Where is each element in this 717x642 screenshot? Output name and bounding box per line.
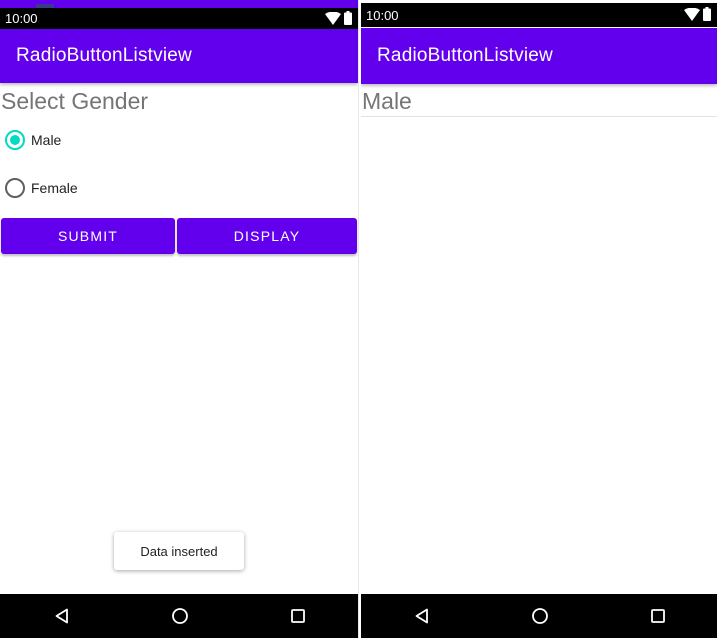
radio-checked-icon[interactable] bbox=[5, 130, 25, 150]
app-bar: RadioButtonListview bbox=[0, 29, 358, 83]
status-icons bbox=[325, 11, 352, 25]
radio-label-female: Female bbox=[31, 180, 78, 196]
wifi-icon bbox=[325, 11, 341, 25]
app-title: RadioButtonListview bbox=[16, 45, 192, 66]
status-bar: 10:00 bbox=[0, 8, 358, 29]
status-time: 10:00 bbox=[5, 11, 38, 26]
top-accent-strip bbox=[0, 0, 358, 8]
toast-message: Data inserted bbox=[114, 532, 244, 570]
home-button[interactable] bbox=[520, 594, 560, 638]
list-item-text: Male bbox=[362, 88, 412, 114]
battery-icon bbox=[344, 11, 352, 25]
radio-label-male: Male bbox=[31, 132, 62, 148]
list-view: Male bbox=[361, 84, 717, 594]
battery-icon bbox=[703, 7, 711, 21]
right-phone-screen: 10:00 RadioButtonListview Male bbox=[361, 0, 717, 638]
back-icon bbox=[415, 608, 428, 624]
radio-male[interactable]: Male bbox=[5, 130, 61, 150]
wifi-icon bbox=[684, 7, 700, 21]
submit-button[interactable]: SUBMIT bbox=[1, 218, 175, 254]
app-bar: RadioButtonListview bbox=[361, 28, 717, 84]
navigation-bar bbox=[0, 594, 358, 638]
navigation-bar bbox=[361, 594, 717, 638]
back-icon bbox=[55, 608, 68, 624]
select-gender-heading: Select Gender bbox=[1, 88, 149, 114]
status-icons bbox=[684, 7, 711, 21]
back-button[interactable] bbox=[42, 594, 82, 638]
home-button[interactable] bbox=[160, 594, 200, 638]
home-icon bbox=[172, 608, 188, 624]
app-title: RadioButtonListview bbox=[377, 45, 553, 66]
recents-icon bbox=[651, 609, 665, 623]
screenshot-canvas: 10:00 RadioButtonListview Select Gender … bbox=[0, 0, 717, 642]
home-icon bbox=[532, 608, 548, 624]
status-time: 10:00 bbox=[366, 8, 399, 23]
back-button[interactable] bbox=[402, 594, 442, 638]
recents-button[interactable] bbox=[278, 594, 318, 638]
status-bar: 10:00 bbox=[361, 3, 717, 27]
list-item[interactable]: Male bbox=[361, 84, 717, 117]
recents-icon bbox=[291, 609, 305, 623]
display-button[interactable]: DISPLAY bbox=[177, 218, 357, 254]
radio-unchecked-icon[interactable] bbox=[5, 178, 25, 198]
left-phone-screen: 10:00 RadioButtonListview Select Gender … bbox=[0, 0, 359, 638]
radio-female[interactable]: Female bbox=[5, 178, 78, 198]
recents-button[interactable] bbox=[638, 594, 678, 638]
main-content: Select Gender Male Female SUBMIT DISPLAY… bbox=[0, 84, 358, 594]
